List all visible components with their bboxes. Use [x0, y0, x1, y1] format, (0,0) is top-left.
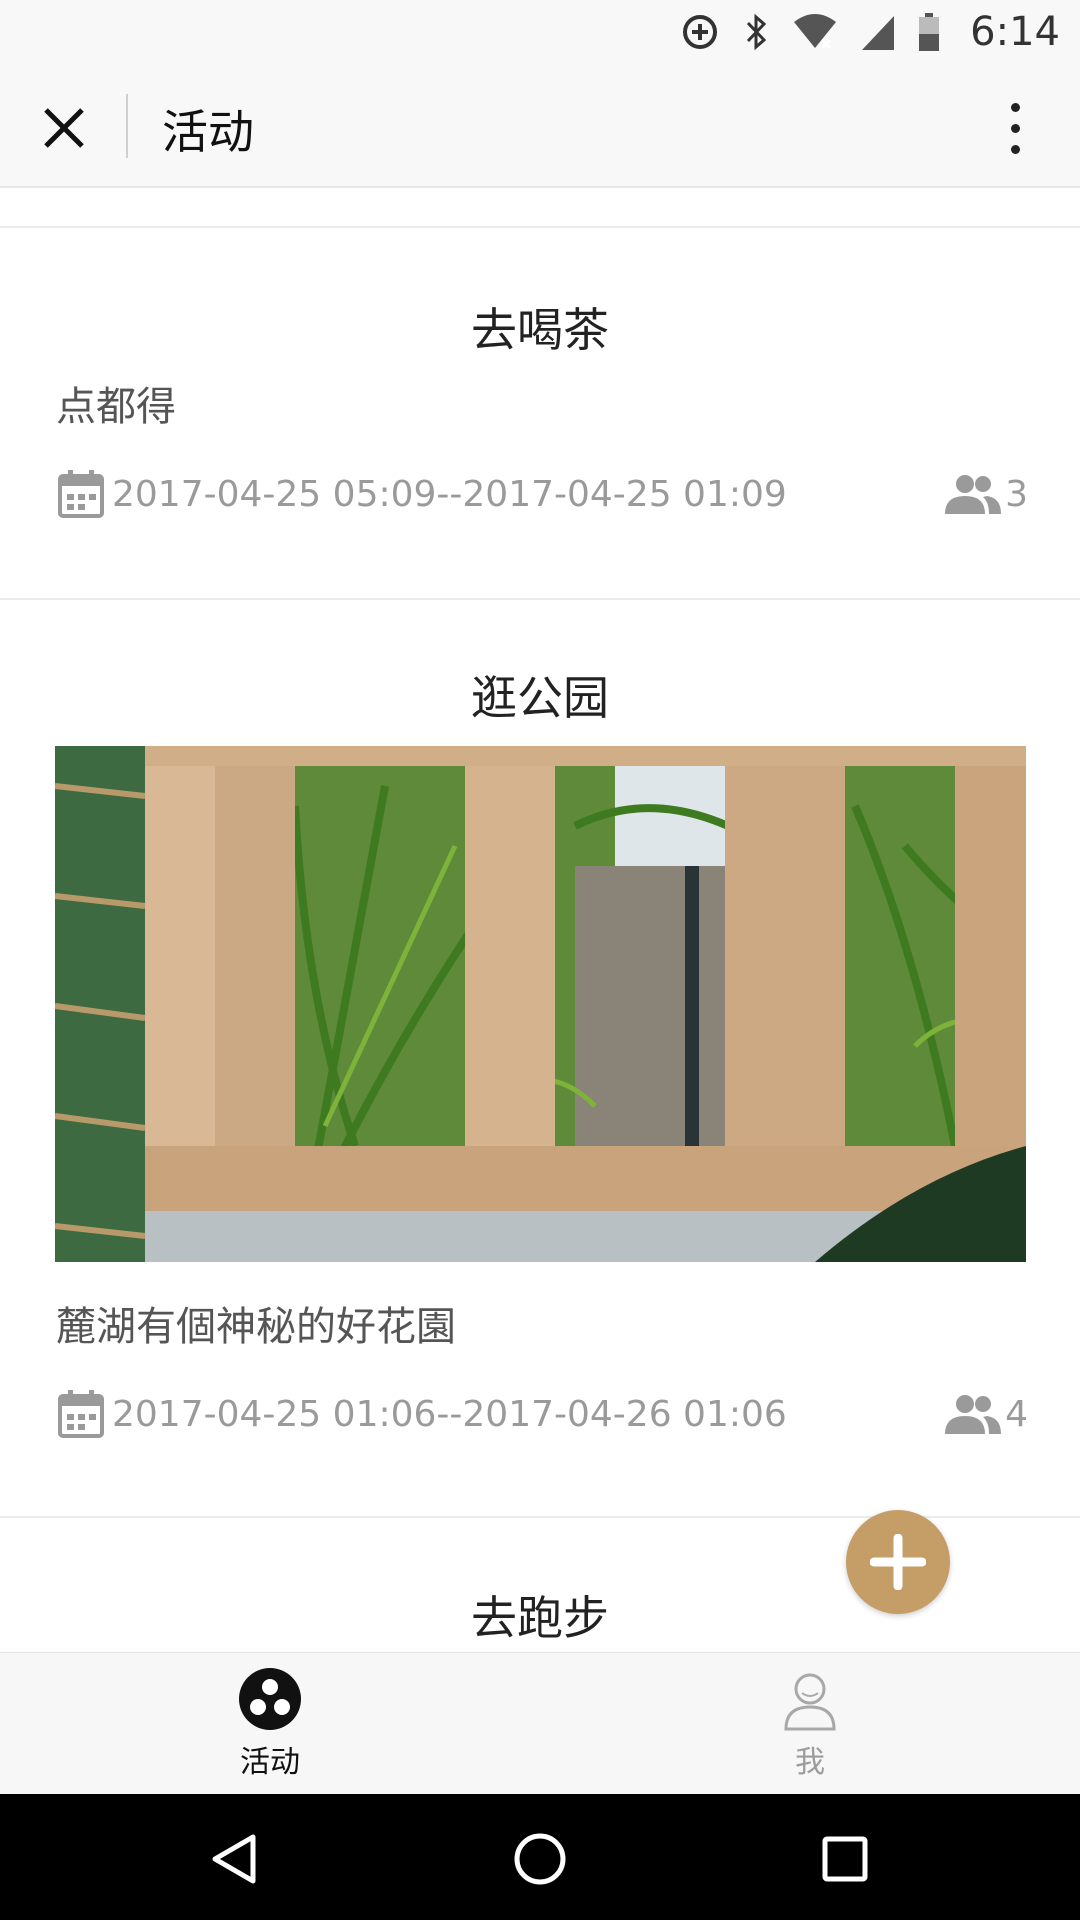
- calendar-icon: [58, 1390, 104, 1438]
- title-bar: 活动: [0, 64, 1080, 188]
- recents-icon[interactable]: [810, 1824, 880, 1894]
- calendar-icon: [58, 470, 104, 518]
- activity-meta: 2017-04-25 01:06--2017-04-26 01:06 4: [56, 1384, 1028, 1444]
- home-icon[interactable]: [505, 1824, 575, 1894]
- activity-time-range: 2017-04-25 01:06--2017-04-26 01:06: [112, 1393, 787, 1435]
- content-spacer: [0, 188, 1080, 228]
- tab-bar: 活动 我: [0, 1652, 1080, 1794]
- status-time: 6:14: [970, 9, 1060, 55]
- page-title: 活动: [162, 105, 254, 159]
- profile-icon: [784, 1673, 836, 1731]
- activity-meta: 2017-04-25 05:09--2017-04-25 01:09 3: [56, 464, 1028, 524]
- title-divider: [126, 94, 128, 158]
- tab-label: 活动: [240, 1745, 300, 1780]
- people-icon: [945, 1395, 1002, 1434]
- back-icon[interactable]: [200, 1824, 270, 1894]
- participant-count: 3: [1005, 473, 1028, 515]
- bluetooth-icon: [742, 12, 770, 52]
- activity-image: [55, 746, 1026, 1262]
- people-icon: [945, 475, 1002, 514]
- wifi-icon: [792, 12, 838, 52]
- battery-icon: [918, 12, 940, 52]
- tab-activity[interactable]: 活动: [0, 1653, 540, 1795]
- system-nav-bar: [0, 1794, 1080, 1920]
- cellular-signal-icon: [860, 12, 896, 52]
- data-saver-icon: [680, 12, 720, 52]
- activity-description: 点都得: [56, 384, 176, 430]
- status-bar: 6:14: [0, 0, 1080, 64]
- activity-title: 去喝茶: [471, 303, 609, 357]
- close-icon[interactable]: [30, 94, 98, 162]
- activity-card[interactable]: 去喝茶 点都得 2017-04-25 05:09--2017-04-25 01:…: [0, 230, 1080, 600]
- participant-count: 4: [1005, 1393, 1028, 1435]
- activity-card[interactable]: 逛公园 麓湖有個神秘的好花園 2017-04-25 01:06--2017-04…: [0, 600, 1080, 1518]
- activity-description: 麓湖有個神秘的好花園: [56, 1304, 456, 1350]
- tab-profile[interactable]: 我: [540, 1653, 1080, 1795]
- add-activity-button[interactable]: [846, 1510, 950, 1614]
- activity-title: 逛公园: [471, 671, 609, 725]
- more-vertical-icon[interactable]: [990, 94, 1040, 162]
- activity-icon: [239, 1668, 301, 1730]
- tab-label: 我: [795, 1745, 825, 1780]
- activity-time-range: 2017-04-25 05:09--2017-04-25 01:09: [112, 473, 787, 515]
- plus-icon: [870, 1534, 926, 1590]
